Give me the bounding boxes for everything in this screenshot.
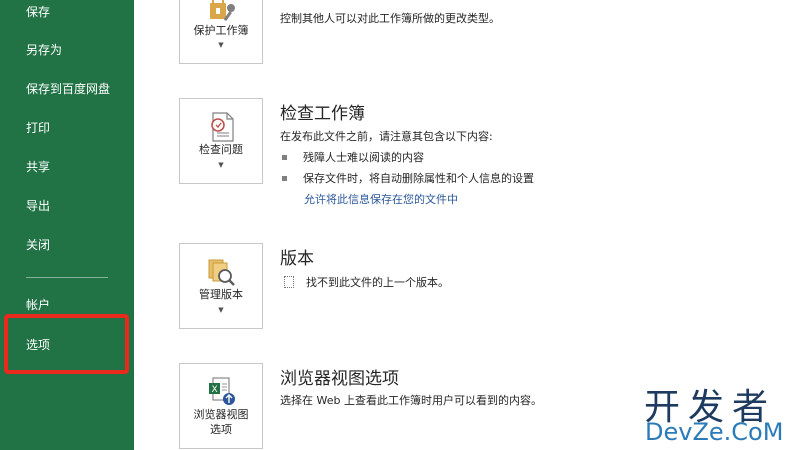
sidebar-item-save-to-baidu[interactable]: 保存到百度网盘 xyxy=(0,74,134,104)
manage-versions-button[interactable]: 管理版本 ▼ xyxy=(179,243,263,329)
svg-text:X: X xyxy=(212,385,218,395)
chevron-down-icon: ▼ xyxy=(218,306,224,314)
browser-view-title: 浏览器视图选项 xyxy=(280,369,399,389)
inspect-bullet-2: 保存文件时，将自动删除属性和个人信息的设置 xyxy=(282,170,534,186)
browser-view-icon: X xyxy=(209,377,235,405)
allow-save-info-link[interactable]: 允许将此信息保存在您的文件中 xyxy=(304,191,458,207)
sidebar-item-close[interactable]: 关闭 xyxy=(0,230,134,260)
sidebar-item-save-as[interactable]: 另存为 xyxy=(0,35,134,65)
protect-description: 控制其他人可以对此工作簿所做的更改类型。 xyxy=(280,12,500,25)
bullet-text: 残障人士难以阅读的内容 xyxy=(303,151,424,164)
manage-versions-icon xyxy=(208,259,235,286)
inspect-document-icon xyxy=(211,112,234,142)
bullet-icon xyxy=(282,154,287,160)
inspect-title: 检查工作簿 xyxy=(280,104,365,124)
document-icon xyxy=(284,276,294,288)
backstage-sidebar: 保存 另存为 保存到百度网盘 打印 共享 导出 关闭 帐户 选项 xyxy=(0,0,134,450)
watermark-en: DevZe.CoM xyxy=(645,418,784,446)
browser-view-description: 选择在 Web 上查看此工作簿时用户可以看到的内容。 xyxy=(280,394,542,407)
chevron-down-icon: ▼ xyxy=(218,161,224,169)
sidebar-item-save[interactable]: 保存 xyxy=(0,0,134,27)
versions-status-row: 找不到此文件的上一个版本。 xyxy=(284,274,449,290)
protect-workbook-button[interactable]: 保护工作簿 ▼ xyxy=(179,0,263,64)
inspect-issues-button[interactable]: 检查问题 ▼ xyxy=(179,98,263,184)
inspect-description: 在发布此文件之前，请注意其包含以下内容: xyxy=(280,130,493,143)
browser-view-label-line2: 选项 xyxy=(210,423,232,436)
options-highlight-box xyxy=(4,314,129,374)
sidebar-item-share[interactable]: 共享 xyxy=(0,152,134,182)
sidebar-item-print[interactable]: 打印 xyxy=(0,113,134,143)
inspect-bullet-1: 残障人士难以阅读的内容 xyxy=(282,149,424,165)
lock-key-icon xyxy=(210,0,235,22)
protect-workbook-label: 保护工作簿 xyxy=(193,24,249,37)
sidebar-separator xyxy=(26,277,108,278)
bullet-text: 保存文件时，将自动删除属性和个人信息的设置 xyxy=(303,172,534,185)
bullet-icon xyxy=(282,175,287,181)
versions-title: 版本 xyxy=(280,249,314,269)
browser-view-label-line1: 浏览器视图 xyxy=(193,408,249,421)
manage-versions-label: 管理版本 xyxy=(199,288,243,301)
inspect-issues-label: 检查问题 xyxy=(199,143,243,156)
versions-description: 找不到此文件的上一个版本。 xyxy=(306,276,449,289)
browser-view-options-button[interactable]: X 浏览器视图 选项 xyxy=(179,363,263,449)
sidebar-item-export[interactable]: 导出 xyxy=(0,191,134,221)
chevron-down-icon: ▼ xyxy=(218,41,224,49)
